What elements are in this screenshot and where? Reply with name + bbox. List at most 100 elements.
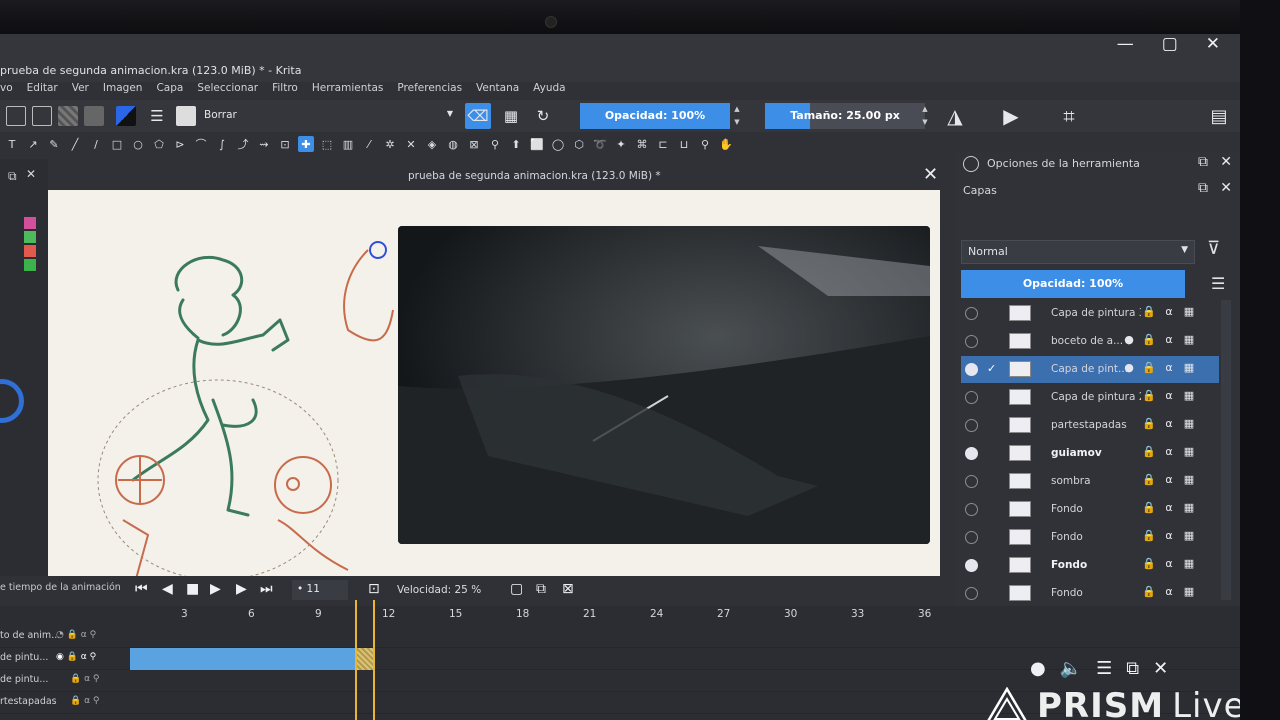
last-frame-icon[interactable]: ⏭: [260, 581, 273, 597]
layer-row[interactable]: partestapadas 🔒 α ▦: [961, 412, 1219, 439]
menu-select[interactable]: Seleccionar: [197, 82, 258, 102]
inherit-alpha-icon[interactable]: [1121, 529, 1137, 545]
onion-skin-icon[interactable]: ▦: [1181, 445, 1197, 461]
add-keyframe-icon[interactable]: ▢: [510, 581, 523, 597]
menu-help[interactable]: Ayuda: [533, 82, 565, 102]
wrap-around-icon[interactable]: ⌗: [1056, 103, 1082, 129]
freehand-path-icon[interactable]: ∫: [214, 136, 230, 152]
previous-frame-icon[interactable]: ◀: [162, 581, 173, 597]
onion-skin-icon[interactable]: ▦: [1181, 333, 1197, 349]
new-document-icon[interactable]: [6, 106, 26, 126]
multibrush-icon[interactable]: ⇝: [256, 136, 272, 152]
pan-tool-icon[interactable]: ✋: [718, 136, 734, 152]
reload-preset-icon[interactable]: ↻: [530, 103, 556, 129]
close-docker-icon[interactable]: ✕: [1220, 154, 1232, 170]
alpha-icon[interactable]: α: [1161, 417, 1177, 433]
zoom-tool-icon[interactable]: ⚲: [697, 136, 713, 152]
visibility-eye-icon[interactable]: [965, 391, 978, 404]
opacity-spin[interactable]: ▲ ▼: [732, 103, 742, 129]
stop-icon[interactable]: ■: [186, 581, 199, 597]
layers-menu-icon[interactable]: ☰: [1211, 274, 1225, 293]
layer-row[interactable]: Fondo 🔒 α ▦: [961, 552, 1219, 579]
crop-tool-icon[interactable]: ⊡: [277, 136, 293, 152]
inherit-alpha-icon[interactable]: [1121, 473, 1137, 489]
filter-icon[interactable]: ⊽: [1207, 238, 1220, 259]
duplicate-keyframe-icon[interactable]: ⧉: [536, 581, 546, 597]
visibility-eye-icon[interactable]: [965, 335, 978, 348]
color-wheel[interactable]: [0, 379, 24, 423]
lock-icon[interactable]: 🔒: [1141, 417, 1157, 433]
lock-icon[interactable]: 🔒: [1141, 305, 1157, 321]
eraser-icon[interactable]: ⌫: [465, 103, 491, 129]
rect-select-icon[interactable]: ⬜: [529, 136, 545, 152]
lock-icon[interactable]: 🔒: [1141, 473, 1157, 489]
layer-scrollbar[interactable]: [1221, 300, 1231, 600]
pin-icon[interactable]: ⬆: [508, 136, 524, 152]
onion-skin-icon[interactable]: ▦: [1181, 305, 1197, 321]
layer-row[interactable]: Fondo 🔒 α ▦: [961, 524, 1219, 551]
inherit-alpha-icon[interactable]: [1121, 305, 1137, 321]
outline-select-icon[interactable]: ➰: [592, 136, 608, 152]
keyframe-strip[interactable]: [130, 648, 355, 670]
onion-skin-icon[interactable]: ▦: [1181, 417, 1197, 433]
measure-tool-icon[interactable]: ⊠: [466, 136, 482, 152]
layer-row[interactable]: boceto de a... ● 🔒 α ▦: [961, 328, 1219, 355]
layer-row[interactable]: Fondo 🔒 α ▦: [961, 580, 1219, 607]
inherit-alpha-icon[interactable]: [1121, 389, 1137, 405]
current-frame-field[interactable]: • 11: [292, 580, 348, 600]
opacity-slider[interactable]: Opacidad: 100%: [580, 103, 730, 129]
inherit-alpha-icon[interactable]: ●: [1121, 333, 1137, 349]
maximize-button[interactable]: ▢: [1162, 34, 1178, 54]
visibility-eye-icon[interactable]: [965, 419, 978, 432]
alpha-icon[interactable]: α: [1161, 529, 1177, 545]
alpha-icon[interactable]: α: [1161, 501, 1177, 517]
menu-layer[interactable]: Capa: [156, 82, 183, 102]
onion-skin-icon[interactable]: ▦: [1181, 389, 1197, 405]
alpha-icon[interactable]: α: [1161, 333, 1177, 349]
menu-edit[interactable]: Editar: [27, 82, 58, 102]
size-slider[interactable]: Tamaño: 25.00 px: [765, 103, 925, 129]
pattern-swatch[interactable]: [84, 106, 104, 126]
visibility-eye-icon[interactable]: [965, 307, 978, 320]
inherit-alpha-icon[interactable]: [1121, 417, 1137, 433]
inherit-alpha-icon[interactable]: [1121, 557, 1137, 573]
mirror-vertical-icon[interactable]: ▶: [998, 103, 1024, 129]
smart-patch-icon[interactable]: ✲: [382, 136, 398, 152]
menu-window[interactable]: Ventana: [476, 82, 519, 102]
docker-close-icon[interactable]: ✕: [26, 167, 36, 181]
fill-tool-icon[interactable]: ◈: [424, 136, 440, 152]
reference-tool-icon[interactable]: ⚲: [487, 136, 503, 152]
layer-opacity-slider[interactable]: Opacidad: 100%: [961, 270, 1185, 298]
color-selector-icon[interactable]: [116, 106, 136, 126]
alpha-icon[interactable]: α: [1161, 389, 1177, 405]
line-tool-icon[interactable]: /: [88, 136, 104, 152]
lock-icon[interactable]: 🔒: [1141, 333, 1157, 349]
layer-row[interactable]: guiamov 🔒 α ▦: [961, 440, 1219, 467]
inherit-alpha-icon[interactable]: ●: [1121, 361, 1137, 377]
first-frame-icon[interactable]: ⏮: [135, 581, 148, 597]
minimize-button[interactable]: —: [1117, 34, 1134, 54]
lock-icon[interactable]: 🔒: [1141, 361, 1157, 377]
dynamic-brush-icon[interactable]: ⤴: [235, 136, 251, 152]
ellipse-select-icon[interactable]: ◯: [550, 136, 566, 152]
color-picker-icon[interactable]: ⁄: [361, 136, 377, 152]
playback-speed[interactable]: Velocidad: 25 %: [397, 584, 481, 596]
visibility-eye-icon[interactable]: [965, 475, 978, 488]
float-timeline-icon[interactable]: ⧉: [1126, 658, 1139, 679]
polygon-tool-icon[interactable]: ⬠: [151, 136, 167, 152]
float-docker-icon[interactable]: ⧉: [1198, 154, 1208, 170]
docker-float-icon[interactable]: ⧉: [8, 169, 17, 184]
alpha-icon[interactable]: α: [1161, 585, 1177, 601]
alpha-icon[interactable]: α: [1161, 305, 1177, 321]
alpha-icon[interactable]: α: [1161, 361, 1177, 377]
layer-row[interactable]: ✓ Capa de pint... ● 🔒 α ▦: [961, 356, 1219, 383]
timeline-row[interactable]: to de anim... ◔ 🔒 α ⚲: [0, 626, 1240, 648]
menu-image[interactable]: Imagen: [103, 82, 143, 102]
edit-shapes-icon[interactable]: ↗: [25, 136, 41, 152]
alpha-icon[interactable]: α: [1161, 445, 1177, 461]
timeline-menu-icon[interactable]: ☰: [1096, 658, 1112, 679]
assistant-tool-icon[interactable]: ✕: [403, 136, 419, 152]
gradient-swatch[interactable]: [58, 106, 78, 126]
visibility-eye-icon[interactable]: [965, 587, 978, 600]
save-icon[interactable]: [32, 106, 52, 126]
